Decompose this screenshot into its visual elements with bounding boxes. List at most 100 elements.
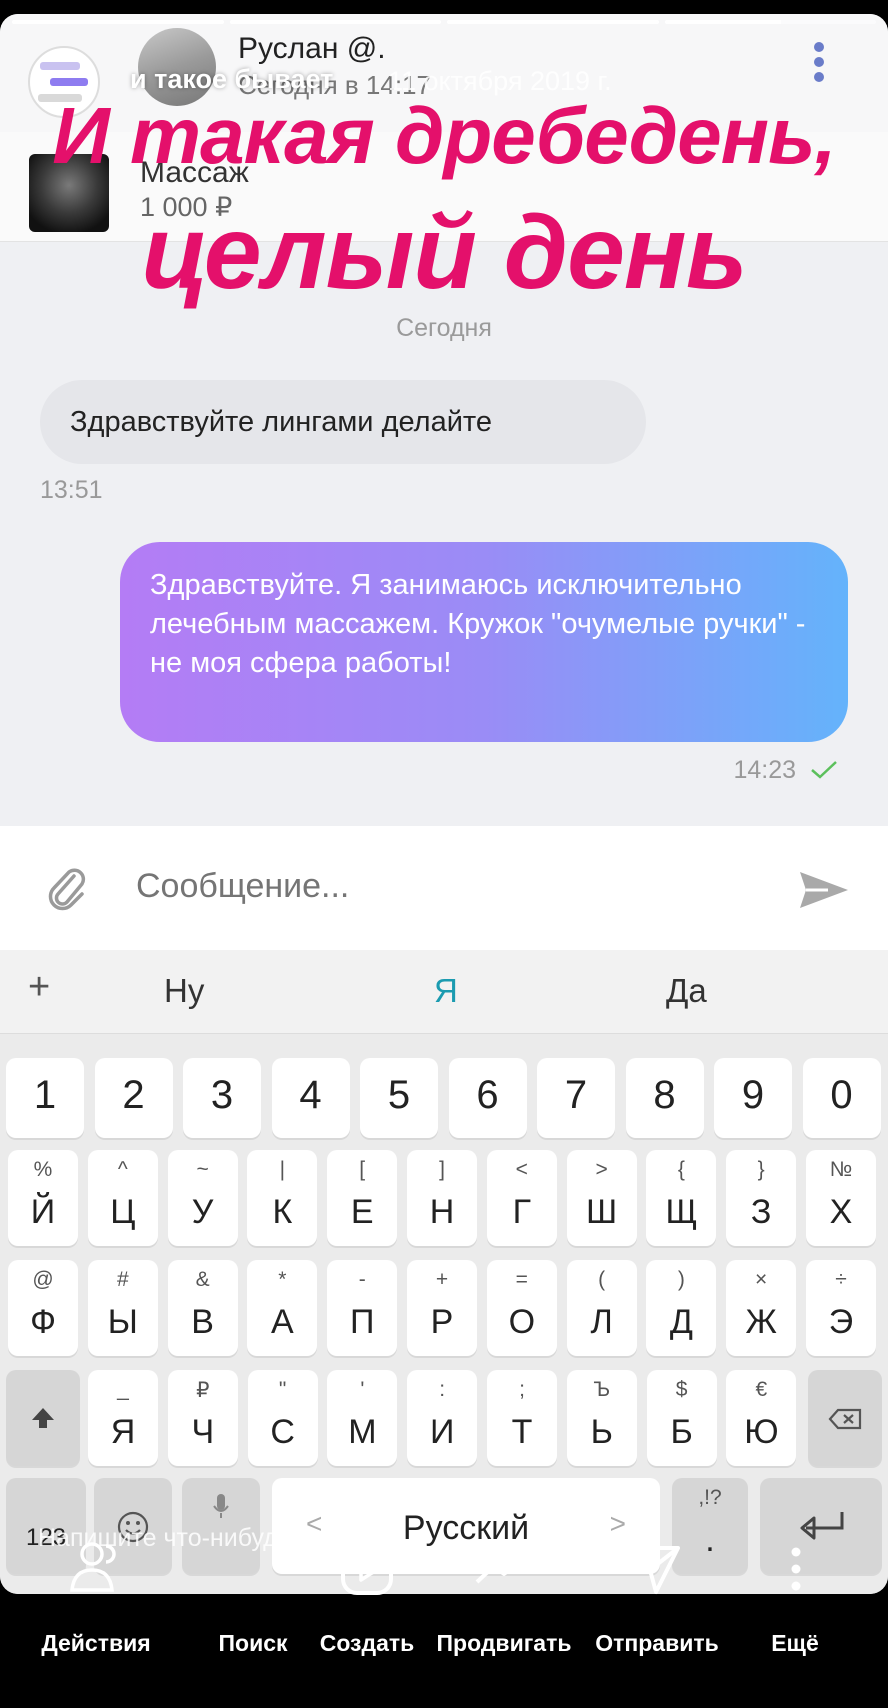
trend-icon[interactable] xyxy=(474,1552,530,1586)
action-search[interactable]: Поиск xyxy=(208,1630,298,1657)
incoming-message[interactable]: Здравствуйте лингами делайте xyxy=(40,380,646,464)
more-vertical-icon[interactable] xyxy=(790,1546,802,1592)
action-create[interactable]: Создать xyxy=(314,1630,420,1657)
key-alt-label: % xyxy=(33,1158,53,1181)
key-row1[interactable]: {Щ xyxy=(646,1150,717,1246)
action-promote[interactable]: Продвигать xyxy=(430,1630,578,1657)
outgoing-message[interactable]: Здравствуйте. Я занимаюсь исключительно … xyxy=(120,542,848,742)
send-message-icon[interactable] xyxy=(798,870,850,910)
key-label: Ф xyxy=(30,1303,56,1341)
enter-key[interactable] xyxy=(760,1478,882,1574)
key-alt-label: ' xyxy=(360,1378,365,1401)
key-alt-label: Ъ xyxy=(593,1378,611,1401)
key-label: 8 xyxy=(653,1073,676,1117)
key-row2[interactable]: = О xyxy=(486,1260,557,1356)
key-row2[interactable]: -П xyxy=(327,1260,398,1356)
message-input[interactable] xyxy=(136,856,776,916)
key-row2[interactable]: * А xyxy=(247,1260,318,1356)
key-row3[interactable]: ; Т xyxy=(487,1370,557,1466)
key-3[interactable]: 3 xyxy=(183,1058,261,1138)
key-label: 2 xyxy=(122,1073,145,1117)
key-alt-label: : xyxy=(439,1378,446,1401)
action-more[interactable]: Ещё xyxy=(758,1630,832,1657)
key-label: 0 xyxy=(830,1073,853,1117)
key-row3[interactable]: € Ю xyxy=(726,1370,797,1466)
contact-name[interactable]: Руслан @. xyxy=(238,32,386,66)
key-row3[interactable]: ₽ Ч xyxy=(167,1370,238,1466)
key-6[interactable]: 6 xyxy=(448,1058,527,1138)
key-0[interactable]: 0 xyxy=(802,1058,881,1138)
key-2[interactable]: 2 xyxy=(94,1058,173,1138)
key-row2[interactable]: × Ж xyxy=(726,1260,797,1356)
key-label: Е xyxy=(350,1193,374,1231)
story-caption-line-2: целый день xyxy=(141,195,748,311)
key-alt-label: × xyxy=(755,1268,768,1291)
key-8[interactable]: 8 xyxy=(625,1058,704,1138)
key-row1[interactable]: > Ш xyxy=(566,1150,637,1246)
more-options-icon[interactable] xyxy=(814,42,826,90)
punctuation-key[interactable]: ,!?. xyxy=(672,1478,748,1574)
key-row1[interactable]: % Й xyxy=(8,1150,78,1246)
key-alt-label: @ xyxy=(32,1268,54,1291)
key-label: Ц xyxy=(110,1193,136,1231)
action-friends[interactable]: Действия xyxy=(36,1630,156,1657)
key-label: 6 xyxy=(476,1073,499,1117)
key-row3[interactable]: ' М xyxy=(327,1370,398,1466)
key-row2[interactable]: @ Ф xyxy=(8,1260,78,1356)
key-5[interactable]: 5 xyxy=(360,1058,438,1138)
key-row3[interactable]: $ Б xyxy=(646,1370,717,1466)
key-label: Ш xyxy=(586,1193,618,1231)
key-row3[interactable]: ЪЬ xyxy=(566,1370,637,1466)
key-label: Ы xyxy=(107,1303,138,1341)
play-icon[interactable] xyxy=(340,1542,394,1596)
key-alt-label: & xyxy=(195,1268,210,1291)
key-label: Ч xyxy=(191,1413,215,1451)
key-row2[interactable]: (Л xyxy=(566,1260,637,1356)
key-row3[interactable]: :И xyxy=(407,1370,478,1466)
key-label: 1 xyxy=(33,1073,57,1117)
key-label: Н xyxy=(429,1193,455,1231)
key-label: 9 xyxy=(741,1073,765,1117)
key-1[interactable]: 1 xyxy=(6,1058,84,1138)
key-label: 3 xyxy=(210,1073,234,1117)
key-row3[interactable]: " С xyxy=(247,1370,318,1466)
attach-paperclip-icon[interactable] xyxy=(44,866,92,914)
key-alt-label: ) xyxy=(677,1268,685,1291)
story-progress xyxy=(12,20,876,24)
key-row2[interactable]: & В xyxy=(167,1260,238,1356)
backspace-key[interactable] xyxy=(808,1370,882,1466)
friends-icon[interactable] xyxy=(66,1540,124,1594)
key-row3[interactable]: _ Я xyxy=(88,1370,158,1466)
key-row2[interactable]: + Р xyxy=(407,1260,477,1356)
key-row1[interactable]: [Е xyxy=(327,1150,398,1246)
suggestion-1[interactable]: Ну xyxy=(164,972,204,1010)
key-row2[interactable]: ) Д xyxy=(646,1260,717,1356)
suggestion-3[interactable]: Да xyxy=(666,972,707,1010)
key-row1[interactable]: | К xyxy=(247,1150,318,1246)
key-row1[interactable]: ~ У xyxy=(167,1150,238,1246)
key-row1[interactable]: № Х xyxy=(806,1150,876,1246)
share-send-icon[interactable] xyxy=(628,1542,682,1596)
suggestion-2[interactable]: Я xyxy=(434,972,458,1010)
space-key[interactable]: < > Русский xyxy=(272,1478,660,1574)
key-alt-label: = xyxy=(515,1268,528,1291)
key-row1[interactable]: < Г xyxy=(486,1150,557,1246)
key-row2[interactable]: ÷ Э xyxy=(806,1260,876,1356)
key-label: Ж xyxy=(745,1303,777,1341)
shift-key[interactable] xyxy=(6,1370,80,1466)
key-9[interactable]: 9 xyxy=(714,1058,792,1138)
keyboard-plus-button[interactable]: + xyxy=(28,966,50,1009)
key-7[interactable]: 7 xyxy=(537,1058,615,1138)
key-label: З xyxy=(750,1193,772,1231)
key-row1[interactable]: ] Н xyxy=(407,1150,477,1246)
key-row2[interactable]: # Ы xyxy=(87,1260,158,1356)
action-send[interactable]: Отправить xyxy=(590,1630,724,1657)
key-4[interactable]: 4 xyxy=(271,1058,350,1138)
key-alt-label: > xyxy=(595,1158,608,1181)
key-row1[interactable]: } З xyxy=(726,1150,797,1246)
key-row1[interactable]: ^ Ц xyxy=(87,1150,158,1246)
key-label: П xyxy=(349,1303,375,1341)
key-label: А xyxy=(271,1303,294,1341)
read-check-icon xyxy=(811,761,837,779)
key-label: 5 xyxy=(387,1073,411,1117)
